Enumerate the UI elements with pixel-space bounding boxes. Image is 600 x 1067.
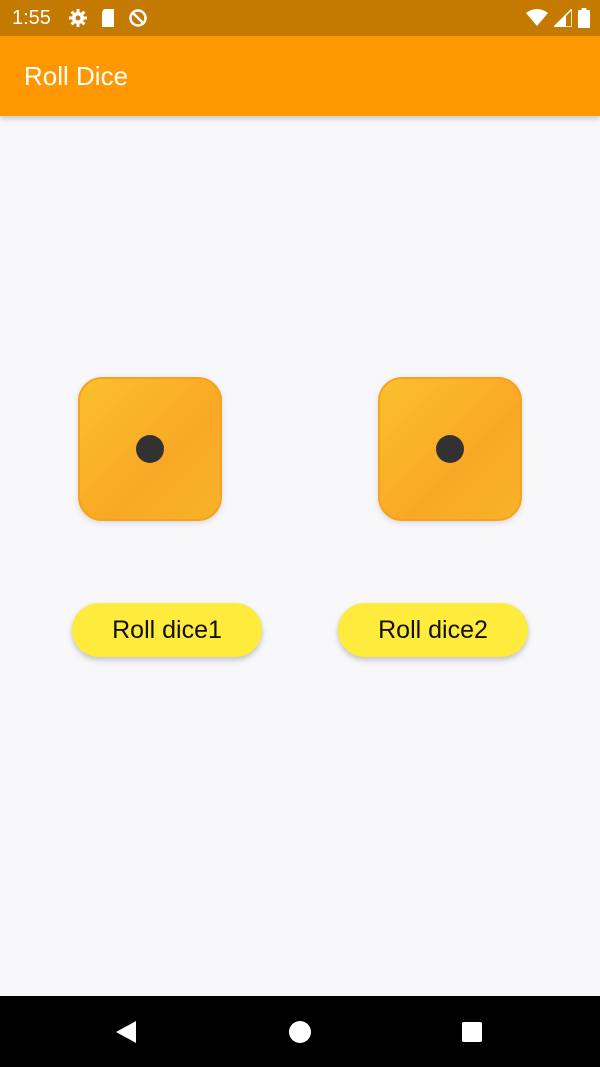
app-title: Roll Dice: [24, 61, 129, 91]
dice-2-pip: [436, 435, 464, 463]
status-right-icons: [526, 8, 590, 28]
signal-icon: [554, 9, 572, 27]
roll-dice-1-button[interactable]: Roll dice1: [72, 603, 262, 657]
sd-card-icon: [100, 8, 116, 28]
recents-icon[interactable]: [458, 1018, 486, 1046]
dice-2-image: [378, 377, 522, 521]
main-content: Roll dice1 Roll dice2: [0, 116, 600, 996]
home-icon[interactable]: [286, 1018, 314, 1046]
back-icon[interactable]: [112, 1018, 140, 1046]
status-time: 1:55: [12, 7, 51, 29]
dice-1-pip: [136, 435, 164, 463]
roll-dice-2-button[interactable]: Roll dice2: [338, 603, 528, 657]
status-left-icons: [68, 8, 148, 28]
status-bar: 1:55: [0, 0, 600, 36]
navigation-bar: [0, 996, 600, 1067]
do-not-disturb-icon: [128, 8, 148, 28]
battery-icon: [578, 8, 590, 28]
app-bar: Roll Dice: [0, 36, 600, 116]
wifi-icon: [526, 9, 548, 27]
gear-icon: [68, 8, 88, 28]
dice-1-image: [78, 377, 222, 521]
